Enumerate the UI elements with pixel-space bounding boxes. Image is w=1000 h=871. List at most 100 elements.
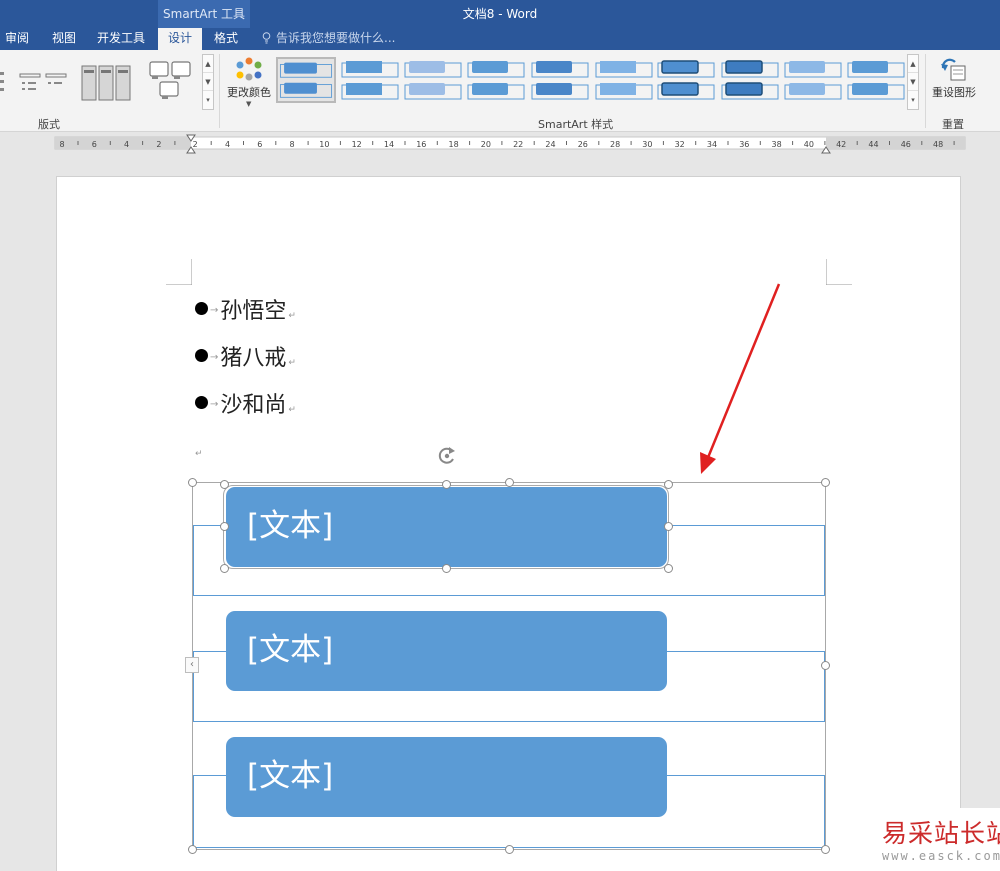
ruler-tick-label: 12 (352, 140, 362, 149)
layout-thumb-columns[interactable] (80, 58, 132, 102)
smartart-style-thumb[interactable] (783, 57, 843, 103)
tab-review[interactable]: 审阅 (0, 28, 34, 50)
scroll-up-icon[interactable]: ▲ (203, 55, 213, 73)
ruler-tick-label: 30 (642, 140, 652, 149)
margin-corner-mark (166, 259, 192, 285)
smartart-graphic[interactable]: [文本] [文本] [文本] (188, 478, 830, 854)
tab-developer[interactable]: 开发工具 (92, 28, 150, 50)
list-item[interactable]: →猪八戒 ↵ (195, 340, 296, 372)
tab-mark-icon: → (210, 352, 219, 363)
frame-resize-handle[interactable] (188, 478, 197, 487)
resize-handle[interactable] (664, 564, 673, 573)
scroll-down-icon[interactable]: ▼ (203, 73, 213, 91)
ribbon-tab-row: 审阅 视图 开发工具 设计 格式 告诉我您想要做什么... (0, 28, 1000, 50)
resize-handle[interactable] (664, 522, 673, 531)
thumb-shape (852, 83, 888, 95)
resize-handle[interactable] (220, 564, 229, 573)
resize-handle[interactable] (220, 522, 229, 531)
ruler-tick-label: 24 (545, 140, 555, 149)
group-label-reset: 重置 (942, 118, 964, 131)
gallery-more-icon[interactable]: ▾ (203, 91, 213, 109)
scroll-down-icon[interactable]: ▼ (908, 73, 918, 91)
smartart-tools-tab-group: SmartArt 工具 (158, 0, 250, 28)
paragraph-mark-icon: ↵ (288, 405, 296, 415)
scroll-up-icon[interactable]: ▲ (908, 55, 918, 73)
ruler-tick-label: 22 (513, 140, 523, 149)
watermark-text: 易采站长站 (882, 819, 1000, 848)
smartart-style-thumb[interactable] (276, 57, 336, 103)
lightbulb-icon (262, 32, 271, 44)
ruler-tick-label: 4 (225, 140, 230, 149)
group-separator (219, 54, 220, 128)
bullet-icon (195, 396, 208, 409)
dropdown-caret-icon: ▼ (246, 100, 252, 108)
tell-me-box[interactable]: 告诉我您想要做什么... (262, 28, 395, 50)
thumb-shape (536, 61, 572, 73)
ruler-tick-label: 2 (156, 140, 161, 149)
change-colors-button[interactable]: 更改颜色 ▼ (224, 54, 274, 114)
bullet-icon (195, 349, 208, 362)
resize-handle[interactable] (220, 480, 229, 489)
ruler-tick-label: 32 (675, 140, 685, 149)
frame-resize-handle[interactable] (821, 478, 830, 487)
shape-selection-outline (223, 485, 669, 569)
thumb-shape (346, 83, 382, 95)
ruler-margin-left (55, 137, 191, 149)
list-item-text: 孙悟空 (220, 299, 287, 324)
layout-thumb-list[interactable] (0, 58, 18, 102)
text-pane-toggle[interactable]: ‹ (185, 657, 199, 673)
frame-resize-handle[interactable] (505, 845, 514, 854)
frame-resize-handle[interactable] (821, 845, 830, 854)
thumb-shape (600, 83, 636, 95)
smartart-style-thumb[interactable] (594, 57, 654, 103)
tab-mark-icon: → (210, 399, 219, 410)
styles-gallery-scroll[interactable]: ▲ ▼ ▾ (907, 54, 919, 110)
smartart-style-thumb[interactable] (466, 57, 526, 103)
thumb-shape (789, 61, 825, 73)
ruler-tick-label: 14 (384, 140, 394, 149)
paragraph-mark-icon: ↵ (288, 311, 296, 321)
tab-design[interactable]: 设计 (158, 28, 202, 50)
ruler-tick-label: 6 (257, 140, 262, 149)
resize-handle[interactable] (442, 480, 451, 489)
smartart-style-thumb[interactable] (530, 57, 590, 103)
thumb-shape (472, 83, 508, 95)
list-item[interactable]: →孙悟空 ↵ (195, 293, 296, 325)
tab-view[interactable]: 视图 (44, 28, 84, 50)
document-page[interactable]: →孙悟空 ↵ →猪八戒 ↵ →沙和尚 ↵ ↵ [文本] [文本] [文本] ‹ (56, 176, 961, 871)
thumb-shape (661, 60, 699, 74)
horizontal-ruler[interactable]: 8 6 4 2 2 4 6 8 10 12 14 16 18 20 22 24 26 28 30 32 34 36 38 40… (0, 133, 1000, 155)
layouts-gallery-scroll[interactable]: ▲ ▼ ▾ (202, 54, 214, 110)
layout-thumb-picture[interactable] (148, 58, 192, 102)
frame-resize-handle[interactable] (505, 478, 514, 487)
title-bar: 文档8 - Word SmartArt 工具 (0, 0, 1000, 28)
reset-graphic-button[interactable]: 重设图形 (930, 54, 978, 114)
thumb-shape (536, 83, 572, 95)
smartart-style-thumb[interactable] (720, 57, 780, 103)
smartart-shape[interactable]: [文本] (226, 611, 667, 691)
ruler-tick-label: 26 (578, 140, 588, 149)
rotate-handle-icon[interactable] (436, 445, 458, 467)
resize-handle[interactable] (442, 564, 451, 573)
smartart-style-thumb[interactable] (846, 57, 906, 103)
smartart-style-thumb[interactable] (340, 57, 400, 103)
window-title: 文档8 - Word (462, 7, 538, 21)
thumb-shape (661, 82, 699, 96)
tab-format[interactable]: 格式 (206, 28, 246, 50)
site-watermark: 易采站长站 www.easck.com (872, 808, 1000, 871)
frame-resize-handle[interactable] (188, 845, 197, 854)
smartart-shape[interactable]: [文本] (226, 737, 667, 817)
smartart-style-thumb[interactable] (403, 57, 463, 103)
ruler-tick-label: 10 (319, 140, 329, 149)
thumb-shape (284, 82, 317, 94)
list-item[interactable]: →沙和尚 ↵ (195, 387, 296, 419)
tell-me-text: 告诉我您想要做什么... (276, 31, 396, 45)
frame-resize-handle[interactable] (821, 661, 830, 670)
thumb-shape (725, 82, 763, 96)
list-item-text: 猪八戒 (220, 346, 287, 371)
layout-thumb-hierarchy[interactable] (18, 58, 72, 102)
smartart-style-thumb[interactable] (656, 57, 716, 103)
paragraph-mark-icon: ↵ (288, 358, 296, 368)
gallery-more-icon[interactable]: ▾ (908, 91, 918, 109)
resize-handle[interactable] (664, 480, 673, 489)
